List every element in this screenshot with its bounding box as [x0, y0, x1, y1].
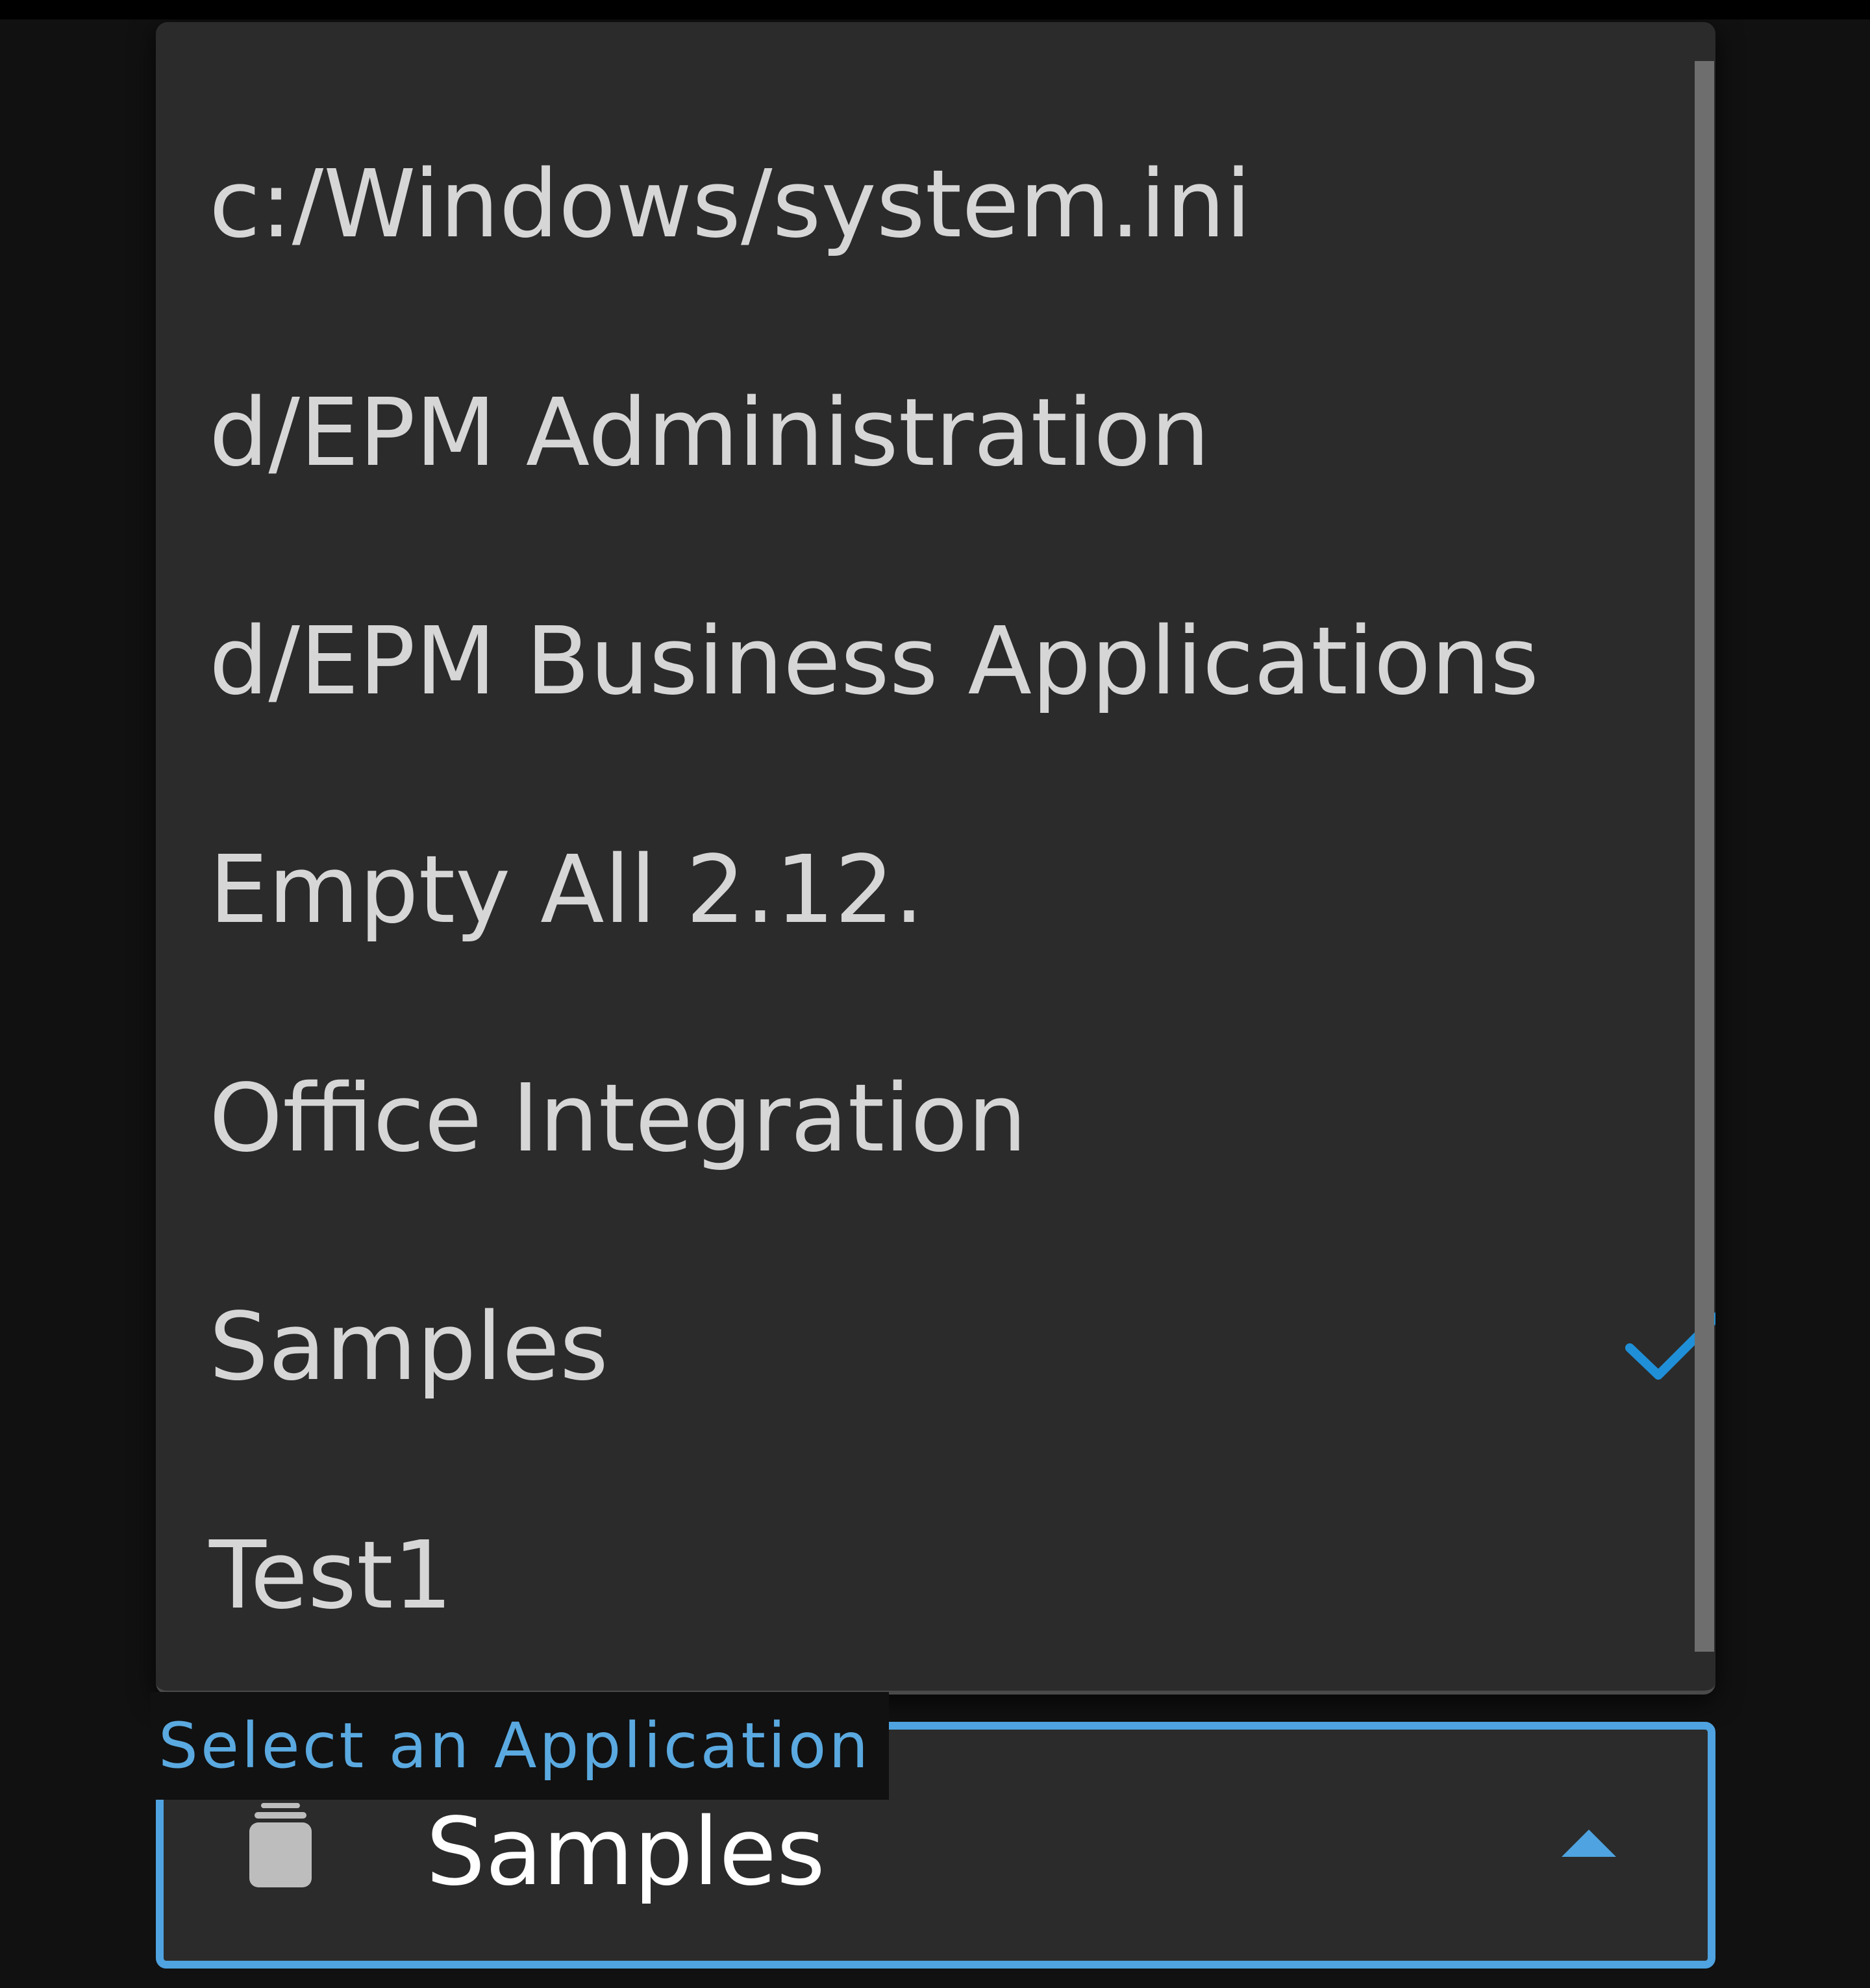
- menu-item-label: Empty All 2.12.: [209, 835, 924, 944]
- window-top-strip: [0, 0, 1870, 19]
- menu-item-windows-system-ini[interactable]: c:/Windows/system.ini: [209, 90, 1664, 318]
- menu-item-test1[interactable]: Test1: [209, 1461, 1664, 1689]
- menu-scrollbar[interactable]: [1695, 61, 1714, 1652]
- selected-application-value: Samples: [426, 1797, 825, 1906]
- menu-item-epm-administration[interactable]: d/EPM Administration: [209, 318, 1664, 547]
- application-dropdown-menu: c:/Windows/system.ini d/EPM Administrati…: [156, 22, 1715, 1695]
- menu-item-label: Samples: [209, 1292, 608, 1401]
- menu-scrollbar-thumb[interactable]: [1695, 61, 1714, 1652]
- menu-item-label: d/EPM Administration: [209, 378, 1210, 487]
- menu-item-epm-business-applications[interactable]: d/EPM Business Applications: [209, 547, 1664, 775]
- database-icon: [249, 1803, 312, 1887]
- menu-item-label: Test1: [209, 1521, 453, 1630]
- menu-item-empty-all[interactable]: Empty All 2.12.: [209, 775, 1664, 1004]
- menu-item-samples[interactable]: Samples: [209, 1232, 1715, 1461]
- menu-item-label: d/EPM Business Applications: [209, 606, 1540, 715]
- menu-item-office-integration[interactable]: Office Integration: [209, 1004, 1664, 1232]
- menu-item-label: Office Integration: [209, 1063, 1027, 1173]
- menu-item-label: c:/Windows/system.ini: [209, 149, 1252, 258]
- select-field-label: Select an Application: [151, 1692, 890, 1800]
- caret-up-icon[interactable]: [1562, 1830, 1616, 1857]
